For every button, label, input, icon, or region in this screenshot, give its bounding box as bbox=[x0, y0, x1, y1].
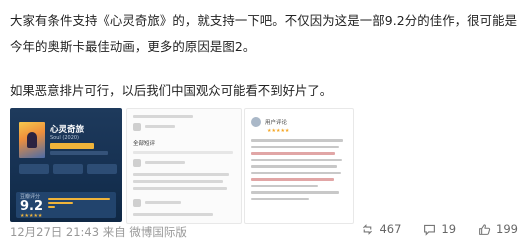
movie-button bbox=[19, 164, 49, 174]
movie-title: 心灵奇旅 bbox=[50, 125, 85, 135]
movie-tag bbox=[50, 143, 94, 149]
image-thumbnail-3[interactable]: 用户评论 ★★★★★ bbox=[244, 108, 354, 224]
movie-button bbox=[53, 164, 83, 174]
rating-stars: ★★★★★ bbox=[20, 213, 43, 219]
reviews-section-label: 全部短评 bbox=[133, 141, 156, 147]
comment-stars: ★★★★★ bbox=[267, 128, 290, 134]
repost-icon bbox=[363, 223, 373, 235]
rating-box: 豆瓣评分 9.2 ★★★★★ bbox=[16, 192, 116, 219]
movie-button-row bbox=[19, 164, 117, 174]
commenter-name: 用户评论 bbox=[265, 120, 288, 126]
comment-button[interactable]: 19 bbox=[423, 222, 456, 236]
image1-topbar bbox=[10, 108, 122, 118]
image-gallery: 心灵奇旅 Soul (2020) 豆瓣评分 9.2 ★★★★★ 全部短评 用户评… bbox=[10, 108, 354, 224]
image-thumbnail-2[interactable]: 全部短评 bbox=[126, 108, 242, 224]
post-timestamp: 12月27日 21:43 来自 微博国际版 bbox=[10, 225, 187, 239]
like-icon bbox=[479, 223, 491, 235]
like-button[interactable]: 199 bbox=[478, 222, 518, 236]
post-footer: 12月27日 21:43 来自 微博国际版 467 19 199 bbox=[0, 220, 526, 242]
post-paragraph-2: 如果恶意排片可行，以后我们中国观众可能看不到好片了。 bbox=[10, 83, 333, 98]
movie-poster bbox=[19, 122, 45, 158]
comment-header: 用户评论 bbox=[251, 117, 287, 127]
post-paragraph-1: 大家有条件支持《心灵奇旅》的，就支持一下吧。不仅因为这是一部9.2分的佳作，很可… bbox=[10, 13, 518, 54]
like-count: 199 bbox=[496, 222, 518, 236]
comment-body bbox=[251, 139, 347, 204]
movie-subtitle: Soul (2020) bbox=[50, 135, 80, 141]
repost-count: 467 bbox=[379, 222, 402, 236]
comment-count: 19 bbox=[441, 222, 457, 236]
action-bar: 467 19 199 bbox=[361, 222, 518, 236]
avatar bbox=[251, 117, 261, 127]
rating-bars bbox=[48, 198, 110, 210]
repost-button[interactable]: 467 bbox=[361, 222, 401, 236]
post-body: 大家有条件支持《心灵奇旅》的，就支持一下吧。不仅因为这是一部9.2分的佳作，很可… bbox=[10, 8, 518, 60]
movie-tag-secondary bbox=[50, 151, 108, 155]
image-thumbnail-1[interactable]: 心灵奇旅 Soul (2020) 豆瓣评分 9.2 ★★★★★ bbox=[10, 108, 122, 222]
movie-button bbox=[87, 164, 117, 174]
rating-score: 9.2 bbox=[20, 199, 44, 214]
comment-icon bbox=[424, 224, 436, 236]
